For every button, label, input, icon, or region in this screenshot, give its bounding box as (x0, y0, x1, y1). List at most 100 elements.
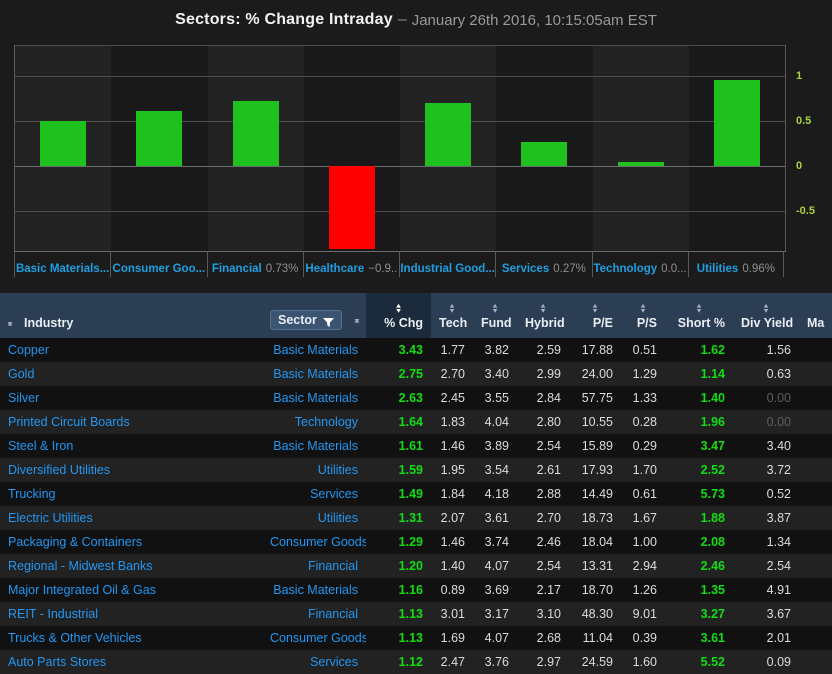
cell-sector[interactable]: Financial (262, 602, 366, 626)
sort-icon[interactable]: ▴ ▾ (366, 302, 431, 313)
column-header-ma[interactable]: Ma (799, 293, 832, 338)
table-row[interactable]: Trucking Services 1.49 1.84 4.18 2.88 14.49 0.6… (0, 482, 832, 506)
sort-icon[interactable]: ▴ ▾ (569, 302, 621, 313)
sort-icon[interactable]: ▴ ▾ (621, 302, 665, 313)
chart-bar[interactable] (714, 80, 760, 166)
column-header-fund[interactable]: ▴ ▾ Fund (473, 293, 517, 338)
chart-bar[interactable] (233, 101, 279, 167)
cell-sector[interactable]: Financial (262, 554, 366, 578)
cell-industry[interactable]: Steel & Iron (0, 434, 262, 458)
column-header-label: Short % (677, 316, 725, 330)
cell-sector[interactable]: Technology (262, 410, 366, 434)
sector-name: Healthcare (305, 263, 365, 275)
cell-sector[interactable]: Services (262, 482, 366, 506)
cell-sector[interactable]: Basic Materials (262, 362, 366, 386)
chart-bar[interactable] (136, 111, 182, 166)
sort-icon[interactable]: ▴ ▾ (733, 302, 799, 313)
cell-ps: 0.51 (632, 343, 657, 357)
column-header-label: Fund (481, 316, 512, 330)
cell-short-pct: 3.27 (700, 607, 725, 621)
cell-industry[interactable]: Major Integrated Oil & Gas (0, 578, 262, 602)
table-row[interactable]: Copper Basic Materials 3.43 1.77 3.82 2.59 17.… (0, 338, 832, 362)
cell-sector[interactable]: Utilities (262, 458, 366, 482)
cell-pct-change: 1.12 (398, 655, 423, 669)
cell-sector[interactable]: Basic Materials (262, 578, 366, 602)
title-separator: – (397, 11, 407, 28)
cell-sector[interactable]: Basic Materials (262, 338, 366, 362)
cell-industry[interactable]: Trucking (0, 482, 262, 506)
sort-icon[interactable]: ▴ ▾ (431, 302, 473, 313)
cell-hybrid: 2.88 (536, 487, 561, 501)
chart-bar[interactable] (521, 142, 567, 167)
table-row[interactable]: Auto Parts Stores Services 1.12 2.47 3.76 2.9… (0, 650, 832, 674)
cell-sector[interactable]: Basic Materials (262, 434, 366, 458)
cell-fund: 4.18 (484, 487, 509, 501)
column-header-p-e[interactable]: ▴ ▾ P/E (569, 293, 621, 338)
chart-bar[interactable] (329, 166, 375, 250)
column-header-tech[interactable]: ▴ ▾ Tech (431, 293, 473, 338)
x-axis-sector-label[interactable]: Services 0.27% (495, 251, 591, 277)
cell-tech: 0.89 (440, 583, 465, 597)
table-row[interactable]: Steel & Iron Basic Materials 1.61 1.46 3.89 2… (0, 434, 832, 458)
table-row[interactable]: Electric Utilities Utilities 1.31 2.07 3.61 2… (0, 506, 832, 530)
cell-industry[interactable]: Regional - Midwest Banks (0, 554, 262, 578)
cell-industry[interactable]: Trucks & Other Vehicles (0, 626, 262, 650)
sort-icon[interactable]: ▴ ▾ (473, 302, 517, 313)
table-row[interactable]: REIT - Industrial Financial 1.13 3.01 3.17 3.… (0, 602, 832, 626)
column-header-industry[interactable]: ▴ ▾ Industry (0, 293, 262, 338)
cell-short-pct: 2.08 (700, 535, 725, 549)
cell-industry[interactable]: Printed Circuit Boards (0, 410, 262, 434)
cell-sector[interactable]: Consumer Goods (262, 530, 366, 554)
x-axis-sector-label[interactable]: Financial 0.73% (206, 251, 303, 277)
cell-hybrid: 2.59 (536, 343, 561, 357)
sort-icon[interactable]: ▴ ▾ (517, 302, 569, 313)
cell-div-yield: 3.67 (766, 607, 791, 621)
cell-sector[interactable]: Consumer Goods (262, 626, 366, 650)
column-header-short[interactable]: ▴ ▾ Short % (665, 293, 733, 338)
industry-table-container[interactable]: ▴ ▾ Industry Sector ▴ ▾ ▴ ▾% Chg ▴ ▾ Tech ▴ ▾ Fund ▴ ▾ H… (0, 293, 832, 674)
cell-ps: 9.01 (632, 607, 657, 621)
cell-industry[interactable]: Copper (0, 338, 262, 362)
cell-tech: 3.01 (440, 607, 465, 621)
chart-bar[interactable] (618, 162, 664, 166)
cell-sector[interactable]: Utilities (262, 506, 366, 530)
column-header-hybrid[interactable]: ▴ ▾ Hybrid (517, 293, 569, 338)
x-axis-sector-label[interactable]: Consumer Goo... (110, 251, 206, 277)
cell-industry[interactable]: REIT - Industrial (0, 602, 262, 626)
cell-sector[interactable]: Basic Materials (262, 386, 366, 410)
cell-industry[interactable]: Auto Parts Stores (0, 650, 262, 674)
cell-industry[interactable]: Gold (0, 362, 262, 386)
cell-sector[interactable]: Services (262, 650, 366, 674)
table-row[interactable]: Printed Circuit Boards Technology 1.64 1.83… (0, 410, 832, 434)
sort-icon[interactable]: ▴ ▾ (665, 302, 733, 313)
cell-hybrid: 3.10 (536, 607, 561, 621)
x-axis-sector-label[interactable]: Utilities 0.96% (687, 251, 784, 277)
cell-ps: 0.28 (632, 415, 657, 429)
column-header-chg[interactable]: ▴ ▾ % Chg (366, 293, 431, 338)
table-row[interactable]: Silver Basic Materials 2.63 2.45 3.55 2.84 57.… (0, 386, 832, 410)
column-header-p-s[interactable]: ▴ ▾ P/S (621, 293, 665, 338)
cell-fund: 4.07 (484, 631, 509, 645)
chart-bar[interactable] (40, 121, 86, 166)
table-row[interactable]: Packaging & Containers Consumer Goods 1.29… (0, 530, 832, 554)
sector-filter-control[interactable]: Sector (270, 310, 342, 330)
table-row[interactable]: Gold Basic Materials 2.75 2.70 3.40 2.99 24.00… (0, 362, 832, 386)
chart-bar[interactable] (425, 103, 471, 166)
cell-industry[interactable]: Diversified Utilities (0, 458, 262, 482)
column-header-div-yield[interactable]: ▴ ▾ Div Yield (733, 293, 799, 338)
x-axis-sector-label[interactable]: Technology 0.0... (591, 251, 688, 277)
cell-industry[interactable]: Packaging & Containers (0, 530, 262, 554)
x-axis-sector-label[interactable]: Basic Materials... (14, 251, 110, 277)
cell-industry[interactable]: Silver (0, 386, 262, 410)
table-row[interactable]: Major Integrated Oil & Gas Basic Material… (0, 578, 832, 602)
table-row[interactable]: Trucks & Other Vehicles Consumer Goods 1.1… (0, 626, 832, 650)
filter-icon[interactable] (322, 316, 334, 327)
chart-gridline (15, 76, 785, 77)
column-header-sector[interactable]: Sector ▴ ▾ (262, 293, 366, 338)
x-axis-sector-label[interactable]: Healthcare −0.9.. (302, 251, 399, 277)
title-timestamp: January 26th 2016, 10:15:05am EST (411, 11, 657, 29)
x-axis-sector-label[interactable]: Industrial Good... (399, 251, 495, 277)
table-row[interactable]: Diversified Utilities Utilities 1.59 1.95 3.… (0, 458, 832, 482)
cell-industry[interactable]: Electric Utilities (0, 506, 262, 530)
table-row[interactable]: Regional - Midwest Banks Financial 1.20 1.4… (0, 554, 832, 578)
